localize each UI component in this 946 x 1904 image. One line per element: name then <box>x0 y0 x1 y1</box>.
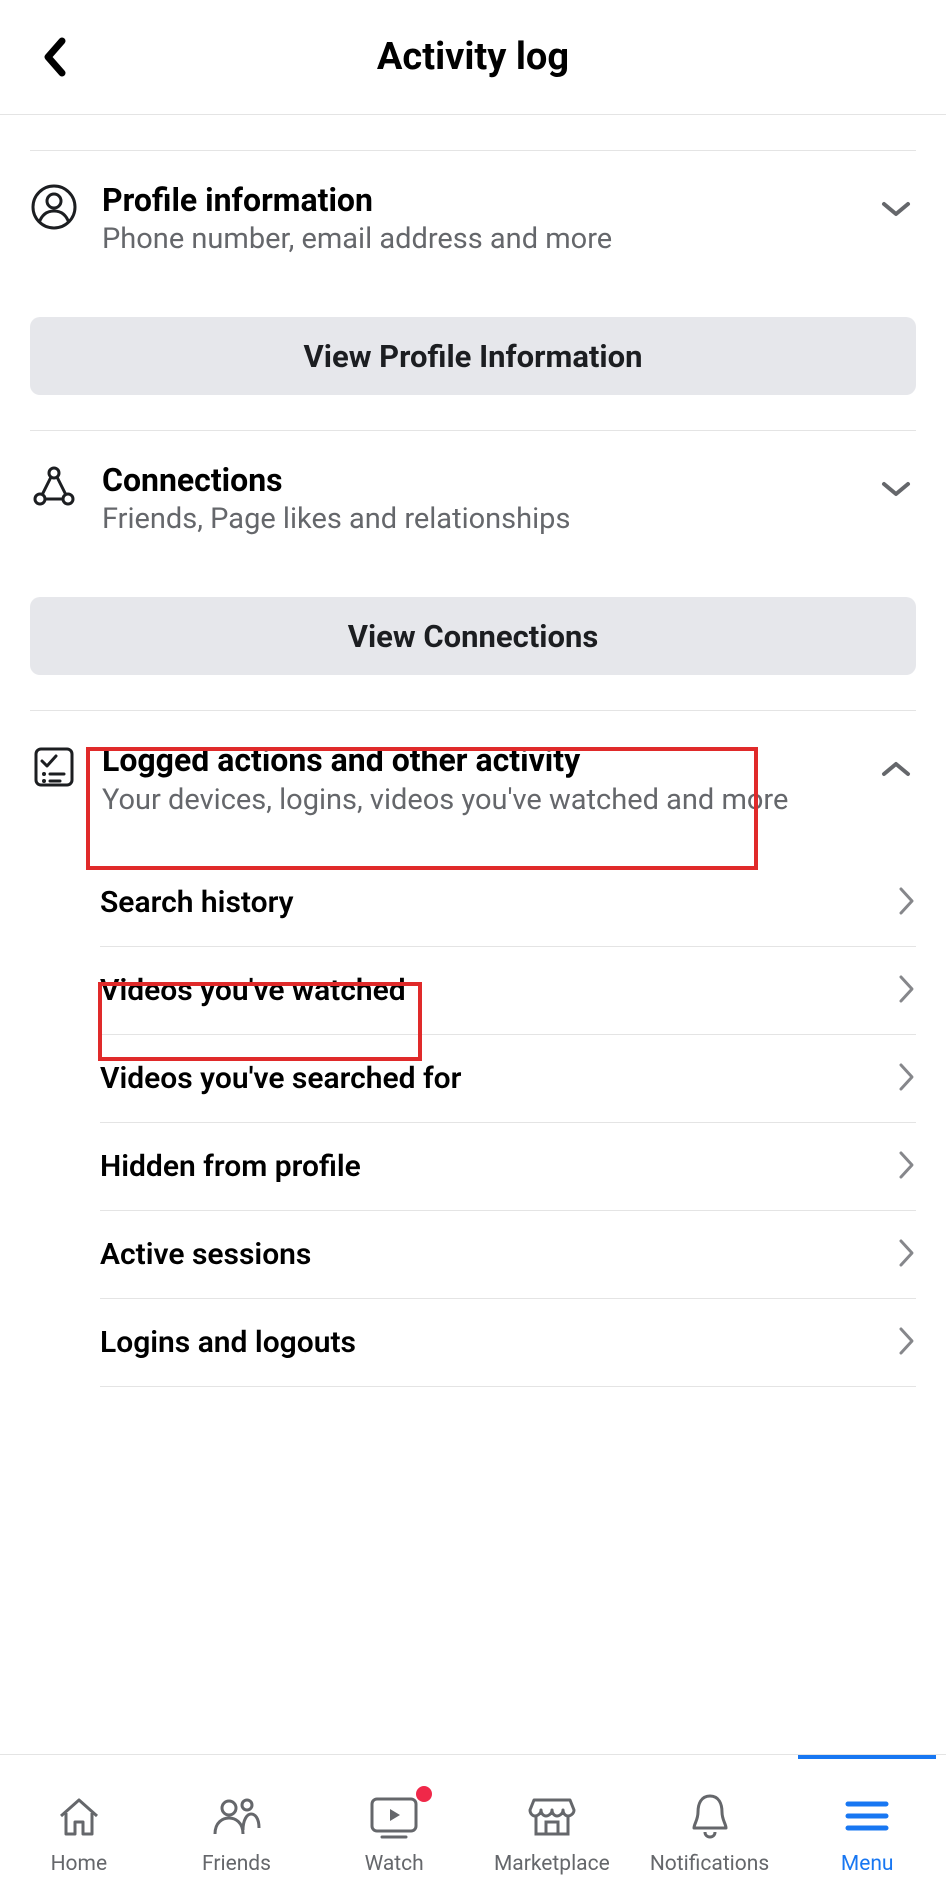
chevron-right-icon <box>898 1150 916 1184</box>
tab-label: Notifications <box>650 1852 769 1876</box>
sub-item-label: Search history <box>100 885 294 920</box>
sub-item-active-sessions[interactable]: Active sessions <box>100 1211 916 1299</box>
chevron-down-icon <box>876 181 916 219</box>
chevron-right-icon <box>898 974 916 1008</box>
profile-information-text: Profile information Phone number, email … <box>90 181 876 259</box>
view-connections-button[interactable]: View Connections <box>30 597 916 675</box>
tab-notifications[interactable]: Notifications <box>631 1761 789 1904</box>
sub-item-label: Videos you've searched for <box>100 1061 461 1096</box>
tab-bar: Home Friends Watch <box>0 1754 946 1904</box>
logged-actions-text: Logged actions and other activity Your d… <box>90 741 876 819</box>
page-title: Activity log <box>0 35 946 79</box>
bell-icon <box>686 1790 734 1842</box>
logged-actions-row[interactable]: Logged actions and other activity Your d… <box>0 711 946 829</box>
profile-icon <box>30 181 90 235</box>
marketplace-icon <box>526 1790 578 1842</box>
sub-item-label: Videos you've watched <box>100 973 406 1008</box>
sub-item-label: Active sessions <box>100 1237 311 1272</box>
profile-information-subtitle: Phone number, email address and more <box>102 221 876 259</box>
tab-marketplace[interactable]: Marketplace <box>473 1761 631 1904</box>
sub-item-label: Hidden from profile <box>100 1149 361 1184</box>
watch-icon <box>364 1790 424 1842</box>
chevron-down-icon <box>876 461 916 499</box>
button-label: View Connections <box>348 618 599 655</box>
notification-badge <box>416 1786 432 1802</box>
chevron-right-icon <box>898 1238 916 1272</box>
content: Profile information Phone number, email … <box>0 150 946 1537</box>
chevron-right-icon <box>898 886 916 920</box>
menu-icon <box>844 1790 890 1842</box>
back-button[interactable] <box>30 32 80 82</box>
logged-actions-subtitle: Your devices, logins, videos you've watc… <box>102 782 876 820</box>
tab-friends[interactable]: Friends <box>158 1761 316 1904</box>
sub-item-logins-logouts[interactable]: Logins and logouts <box>100 1299 916 1387</box>
connections-row[interactable]: Connections Friends, Page likes and rela… <box>0 431 946 549</box>
home-icon <box>53 1790 105 1842</box>
sub-item-label: Logins and logouts <box>100 1325 356 1360</box>
tab-menu[interactable]: Menu <box>788 1761 946 1904</box>
tab-watch[interactable]: Watch <box>315 1761 473 1904</box>
profile-information-row[interactable]: Profile information Phone number, email … <box>0 151 946 269</box>
friends-icon <box>209 1790 265 1842</box>
tab-label: Menu <box>841 1852 894 1876</box>
sub-item-search-history[interactable]: Search history <box>100 859 916 947</box>
profile-information-title: Profile information <box>102 181 876 219</box>
header: Activity log <box>0 0 946 115</box>
tab-home[interactable]: Home <box>0 1761 158 1904</box>
logged-actions-title: Logged actions and other activity <box>102 741 876 779</box>
active-tab-indicator <box>798 1755 936 1759</box>
checklist-icon <box>30 741 90 795</box>
connections-icon <box>30 461 90 515</box>
view-profile-information-button[interactable]: View Profile Information <box>30 317 916 395</box>
connections-text: Connections Friends, Page likes and rela… <box>90 461 876 539</box>
chevron-left-icon <box>42 37 68 77</box>
button-label: View Profile Information <box>304 338 643 375</box>
chevron-right-icon <box>898 1062 916 1096</box>
tab-label: Friends <box>202 1852 271 1876</box>
tab-label: Home <box>51 1852 108 1876</box>
sub-item-hidden-from-profile[interactable]: Hidden from profile <box>100 1123 916 1211</box>
connections-title: Connections <box>102 461 876 499</box>
logged-actions-sublist: Search history Videos you've watched Vid… <box>0 829 946 1387</box>
tab-label: Watch <box>365 1852 424 1876</box>
tab-label: Marketplace <box>494 1852 610 1876</box>
sub-item-videos-searched[interactable]: Videos you've searched for <box>100 1035 916 1123</box>
sub-item-videos-watched[interactable]: Videos you've watched <box>100 947 916 1035</box>
chevron-up-icon <box>876 741 916 779</box>
connections-subtitle: Friends, Page likes and relationships <box>102 501 876 539</box>
chevron-right-icon <box>898 1326 916 1360</box>
